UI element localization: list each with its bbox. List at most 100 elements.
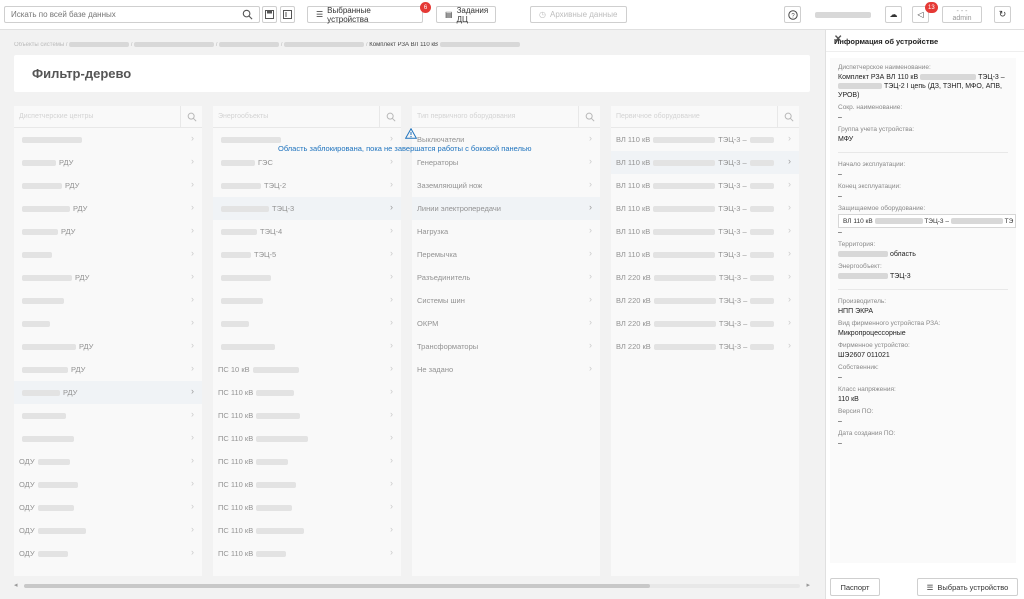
list-item[interactable]: РДУ › (14, 220, 202, 243)
list-item-label: РДУ (19, 388, 77, 397)
list-item[interactable]: ВЛ 110 кВ ТЭЦ-3 – › (611, 174, 799, 197)
list-item[interactable]: ОДУ › (14, 542, 202, 565)
list-item[interactable]: ТЭЦ-5 › (213, 243, 401, 266)
list-item[interactable]: Нагрузка › (412, 220, 600, 243)
user-dashes: - - - (956, 8, 968, 15)
list-item[interactable]: ГЭС › (213, 151, 401, 174)
list-item[interactable]: ОДУ › (14, 496, 202, 519)
list-item-label: ПС 110 кВ (218, 549, 289, 558)
list-item[interactable]: ВЛ 220 кВ ТЭЦ-3 – › (611, 266, 799, 289)
list-item[interactable]: ВЛ 110 кВ ТЭЦ-3 – › (611, 151, 799, 174)
protected-equipment-value[interactable]: ВЛ 110 кВ ТЭЦ-3 – ТЭ (838, 214, 1016, 228)
list-item[interactable]: ПС 110 кВ › (213, 381, 401, 404)
chevron-right-icon: › (390, 340, 393, 350)
list-item[interactable]: Заземляющий нож › (412, 174, 600, 197)
column-search[interactable]: Диспетчерские центры (14, 106, 202, 128)
list-item[interactable]: ОДУ › (14, 519, 202, 542)
scroll-right-icon[interactable]: ▸ (806, 581, 810, 589)
list-item[interactable]: Трансформаторы › (412, 335, 600, 358)
column-search[interactable]: Первичное оборудование (611, 106, 799, 128)
list-item[interactable]: › (213, 289, 401, 312)
list-item[interactable]: ВЛ 110 кВ ТЭЦ-3 – › (611, 243, 799, 266)
help-button[interactable]: ? (784, 6, 801, 23)
save-search-button[interactable] (262, 6, 277, 23)
list-item[interactable]: РДУ › (14, 335, 202, 358)
column-search[interactable]: Тип первичного оборудования (412, 106, 600, 128)
archive-button[interactable]: ◷ Архивные данные (530, 6, 627, 23)
notifications-badge: 13 (925, 2, 938, 13)
list-item[interactable]: › (14, 289, 202, 312)
list-item[interactable]: ПС 110 кВ › (213, 427, 401, 450)
list-item[interactable]: ПС 110 кВ › (213, 496, 401, 519)
list-item[interactable]: › (14, 128, 202, 151)
list-item[interactable]: › (14, 427, 202, 450)
list-item-label: РДУ (19, 158, 73, 167)
global-search[interactable] (4, 6, 260, 23)
list-item[interactable]: Не задано › (412, 358, 600, 381)
list-item[interactable]: Линии электропередачи › (412, 197, 600, 220)
scroll-thumb[interactable] (24, 584, 650, 588)
choose-device-button[interactable]: ☰ Выбрать устройство (917, 578, 1018, 596)
list-item[interactable]: ВЛ 220 кВ ТЭЦ-3 – › (611, 335, 799, 358)
search-icon[interactable] (585, 112, 595, 122)
breadcrumb-current: Комплект РЗА ВЛ 110 кВ (369, 42, 439, 49)
list-item[interactable]: ВЛ 110 кВ ТЭЦ-3 – › (611, 197, 799, 220)
list-item-label (19, 411, 69, 420)
search-input[interactable] (5, 7, 231, 22)
list-item[interactable]: ОКРМ › (412, 312, 600, 335)
list-item[interactable]: ТЭЦ-4 › (213, 220, 401, 243)
column-search[interactable]: Энергообъекты (213, 106, 401, 128)
scroll-left-icon[interactable]: ◂ (14, 581, 18, 589)
search-icon[interactable] (784, 112, 794, 122)
user-menu-button[interactable]: - - - admin (942, 6, 982, 23)
list-item-label: ОДУ (19, 526, 89, 535)
list-item[interactable]: Разъединитель › (412, 266, 600, 289)
list-item[interactable]: Генераторы › (412, 151, 600, 174)
list-item[interactable]: ПС 10 кВ › (213, 358, 401, 381)
list-item[interactable]: ОДУ › (14, 450, 202, 473)
list-item[interactable]: РДУ › (14, 381, 202, 404)
list-item[interactable]: РДУ › (14, 151, 202, 174)
device-value: ШЭ2607 011021 (838, 352, 890, 359)
list-item[interactable]: ОДУ › (14, 473, 202, 496)
list-item[interactable]: РДУ › (14, 358, 202, 381)
list-item[interactable]: ТЭЦ-3 › (213, 197, 401, 220)
export-button[interactable] (280, 6, 295, 23)
list-item[interactable]: › (14, 312, 202, 335)
list-item[interactable]: › (213, 266, 401, 289)
list-item[interactable]: ПС 110 кВ › (213, 404, 401, 427)
list-item[interactable]: Системы шин › (412, 289, 600, 312)
passport-button[interactable]: Паспорт (830, 578, 880, 596)
list-item[interactable]: ВЛ 220 кВ ТЭЦ-3 – › (611, 312, 799, 335)
archive-label: Архивные данные (549, 10, 618, 19)
list-item[interactable]: ВЛ 220 кВ ТЭЦ-3 – › (611, 289, 799, 312)
list-item[interactable]: РДУ › (14, 174, 202, 197)
list-item[interactable]: › (14, 404, 202, 427)
list-item[interactable]: РДУ › (14, 197, 202, 220)
list-item[interactable]: ТЭЦ-2 › (213, 174, 401, 197)
list-item[interactable]: › (213, 312, 401, 335)
dc-tasks-button[interactable]: ▤ Задания ДЦ (436, 6, 496, 24)
search-icon[interactable] (187, 112, 197, 122)
list-item[interactable]: ПС 110 кВ › (213, 542, 401, 565)
list-item[interactable]: Перемычка › (412, 243, 600, 266)
list-item[interactable]: РДУ › (14, 266, 202, 289)
list-item[interactable]: ПС 110 кВ › (213, 450, 401, 473)
list-item[interactable]: ПС 110 кВ › (213, 473, 401, 496)
list-item[interactable]: ВЛ 110 кВ ТЭЦ-3 – › (611, 128, 799, 151)
logout-button[interactable]: ↻ (994, 6, 1011, 23)
search-icon[interactable] (386, 112, 396, 122)
horizontal-scrollbar[interactable]: ◂ ▸ (14, 582, 810, 590)
list-item[interactable]: › (14, 243, 202, 266)
panel-footer: Паспорт ☰ Выбрать устройство (826, 572, 1024, 599)
list-item[interactable]: ВЛ 110 кВ ТЭЦ-3 – › (611, 220, 799, 243)
upload-button[interactable]: ☁ (885, 6, 902, 23)
breadcrumb-root[interactable]: Объекты системы (14, 42, 64, 48)
list-item[interactable]: ПС 110 кВ › (213, 519, 401, 542)
search-icon[interactable] (242, 9, 253, 20)
close-icon[interactable]: ✕ (834, 34, 1017, 45)
list-item-label: ТЭЦ-5 (218, 250, 276, 259)
list-item[interactable]: › (213, 335, 401, 358)
selected-devices-button[interactable]: ☰ Выбранные устройства (307, 6, 423, 24)
list-item-label (218, 319, 252, 328)
